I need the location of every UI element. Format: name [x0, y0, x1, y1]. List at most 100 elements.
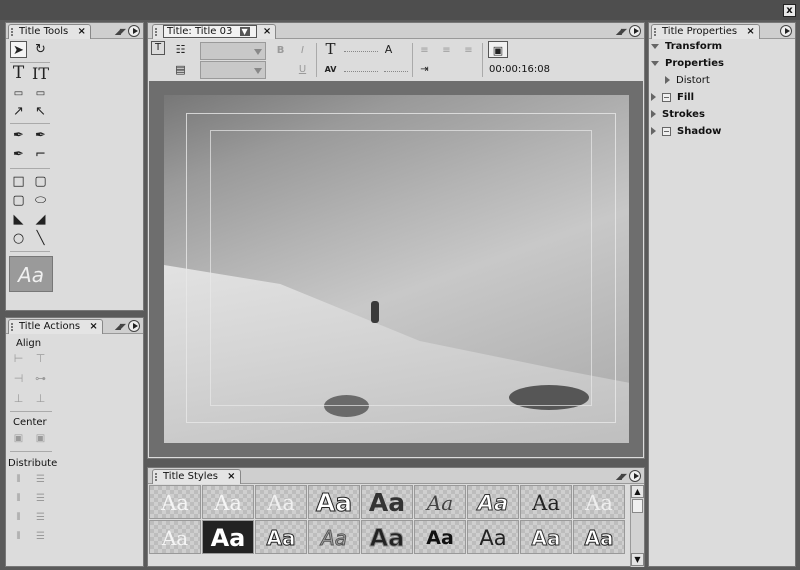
- distribute-center-v-icon[interactable]: ☰: [32, 490, 49, 507]
- align-vertical-center-icon[interactable]: ⊶: [32, 370, 49, 387]
- distribute-left-icon[interactable]: ⫴: [10, 471, 27, 488]
- ellipse-tool-icon[interactable]: ○: [10, 230, 27, 247]
- clipped-rectangle-tool-icon[interactable]: ▢: [32, 173, 49, 190]
- style-swatch[interactable]: Aa: [414, 485, 466, 519]
- video-frame[interactable]: [164, 95, 629, 443]
- style-swatch[interactable]: Aa: [467, 485, 519, 519]
- italic-icon[interactable]: I: [294, 42, 311, 59]
- convert-anchor-tool-icon[interactable]: ⌐: [32, 146, 49, 163]
- rotation-tool-icon[interactable]: ↻: [32, 41, 49, 58]
- path-type-tool-icon[interactable]: ↗: [10, 103, 27, 120]
- type-tool-icon[interactable]: T: [10, 65, 27, 82]
- style-swatch[interactable]: Aa: [414, 520, 466, 554]
- arc-tool-icon[interactable]: ◢: [32, 211, 49, 228]
- add-anchor-tool-icon[interactable]: ✒: [10, 146, 27, 163]
- prop-transform[interactable]: Transform: [651, 41, 722, 52]
- panel-expand-icon[interactable]: ◢◤: [115, 27, 126, 36]
- tab-close-icon[interactable]: ×: [227, 471, 235, 482]
- style-swatch[interactable]: Aa: [308, 485, 360, 519]
- area-type-tool-icon[interactable]: ▭: [10, 85, 27, 102]
- bold-icon[interactable]: B: [272, 42, 289, 59]
- panel-menu-icon[interactable]: [128, 320, 140, 332]
- fill-checkbox[interactable]: [662, 92, 671, 102]
- distribute-right-icon[interactable]: ⫴: [10, 509, 27, 526]
- prop-strokes[interactable]: Strokes: [651, 109, 705, 120]
- scroll-down-icon[interactable]: ▼: [631, 553, 644, 566]
- rounded-corner-rectangle-tool-icon[interactable]: ⬭: [32, 192, 49, 209]
- underline-icon[interactable]: U: [294, 61, 311, 78]
- panel-menu-icon[interactable]: [629, 25, 641, 37]
- align-left-icon[interactable]: ⊢: [10, 350, 27, 367]
- align-right-icon[interactable]: ⊥: [10, 390, 27, 407]
- style-swatch[interactable]: Aa: [361, 520, 413, 554]
- distribute-v-spacing-icon[interactable]: ☰: [32, 528, 49, 545]
- center-vertical-icon[interactable]: ▣: [32, 430, 49, 447]
- shadow-checkbox[interactable]: [662, 126, 671, 136]
- style-swatch[interactable]: Aa: [361, 485, 413, 519]
- align-bottom-icon[interactable]: ⊥: [32, 390, 49, 407]
- style-swatch[interactable]: Aa: [202, 520, 254, 554]
- prop-fill[interactable]: Fill: [651, 92, 694, 103]
- templates-icon[interactable]: ▤: [172, 61, 189, 78]
- tab-title-styles[interactable]: Title Styles ×: [152, 469, 241, 484]
- style-swatch[interactable]: Aa: [573, 485, 625, 519]
- style-swatch[interactable]: Aa: [149, 485, 201, 519]
- align-top-icon[interactable]: ⊤: [32, 350, 49, 367]
- panel-expand-icon[interactable]: ◢◤: [616, 472, 627, 481]
- style-swatch[interactable]: Aa: [573, 520, 625, 554]
- tab-close-icon[interactable]: ×: [263, 26, 271, 37]
- align-horizontal-center-icon[interactable]: ⊣: [10, 370, 27, 387]
- roll-crawl-options-icon[interactable]: ☷: [172, 41, 189, 58]
- wedge-tool-icon[interactable]: ◣: [10, 211, 27, 228]
- tab-title-properties[interactable]: Title Properties ×: [651, 24, 760, 39]
- tab-title-tools[interactable]: Title Tools ×: [8, 24, 91, 39]
- distribute-bottom-icon[interactable]: ☰: [32, 509, 49, 526]
- kerning-value[interactable]: [344, 71, 378, 72]
- align-text-left-icon[interactable]: ≡: [416, 42, 433, 59]
- distribute-top-icon[interactable]: ☰: [32, 471, 49, 488]
- vertical-type-tool-icon[interactable]: IT: [32, 65, 49, 82]
- delete-anchor-tool-icon[interactable]: ✒: [32, 127, 49, 144]
- center-horizontal-icon[interactable]: ▣: [10, 430, 27, 447]
- style-swatch[interactable]: Aa: [467, 520, 519, 554]
- leading-value[interactable]: [384, 71, 408, 72]
- tab-title-actions[interactable]: Title Actions ×: [8, 319, 103, 334]
- line-tool-icon[interactable]: ╲: [32, 230, 49, 247]
- panel-expand-icon[interactable]: ◢◤: [616, 27, 627, 36]
- scroll-up-icon[interactable]: ▲: [631, 485, 644, 498]
- panel-menu-icon[interactable]: [629, 470, 641, 482]
- prop-shadow[interactable]: Shadow: [651, 126, 721, 137]
- font-size-value[interactable]: [344, 51, 378, 52]
- title-selector-dropdown[interactable]: Title: Title 03 ▼: [163, 25, 257, 38]
- prop-properties[interactable]: Properties: [651, 58, 724, 69]
- style-swatch[interactable]: Aa: [520, 485, 572, 519]
- vertical-path-type-tool-icon[interactable]: ↖: [32, 103, 49, 120]
- scroll-thumb[interactable]: [632, 499, 643, 513]
- style-swatch[interactable]: Aa: [202, 485, 254, 519]
- prop-distort[interactable]: Distort: [665, 75, 710, 86]
- style-swatch[interactable]: Aa: [520, 520, 572, 554]
- tab-stops-icon[interactable]: ⇥: [416, 61, 433, 78]
- styles-scrollbar[interactable]: ▲ ▼: [630, 485, 644, 567]
- rectangle-tool-icon[interactable]: □: [10, 173, 27, 190]
- rounded-rectangle-tool-icon[interactable]: ▢: [10, 192, 27, 209]
- panel-expand-icon[interactable]: ◢◤: [115, 322, 126, 331]
- app-close-button[interactable]: x: [783, 4, 796, 17]
- align-text-center-icon[interactable]: ≡: [438, 42, 455, 59]
- align-text-right-icon[interactable]: ≡: [460, 42, 477, 59]
- distribute-center-h-icon[interactable]: ⫴: [10, 490, 27, 507]
- font-family-dropdown[interactable]: [200, 42, 266, 60]
- style-swatch[interactable]: Aa: [308, 520, 360, 554]
- font-style-dropdown[interactable]: [200, 61, 266, 79]
- style-swatch[interactable]: Aa: [149, 520, 201, 554]
- selection-tool-icon[interactable]: ➤: [10, 41, 27, 58]
- new-title-icon[interactable]: T: [151, 41, 165, 55]
- panel-menu-icon[interactable]: [780, 25, 792, 37]
- tab-close-icon[interactable]: ×: [746, 26, 754, 37]
- tab-close-icon[interactable]: ×: [89, 321, 97, 332]
- style-swatch[interactable]: Aa: [255, 485, 307, 519]
- timecode-display[interactable]: 00:00:16:08: [489, 64, 550, 75]
- vertical-area-type-tool-icon[interactable]: ▭: [32, 85, 49, 102]
- show-background-video-icon[interactable]: ▣: [488, 41, 508, 58]
- pen-tool-icon[interactable]: ✒: [10, 127, 27, 144]
